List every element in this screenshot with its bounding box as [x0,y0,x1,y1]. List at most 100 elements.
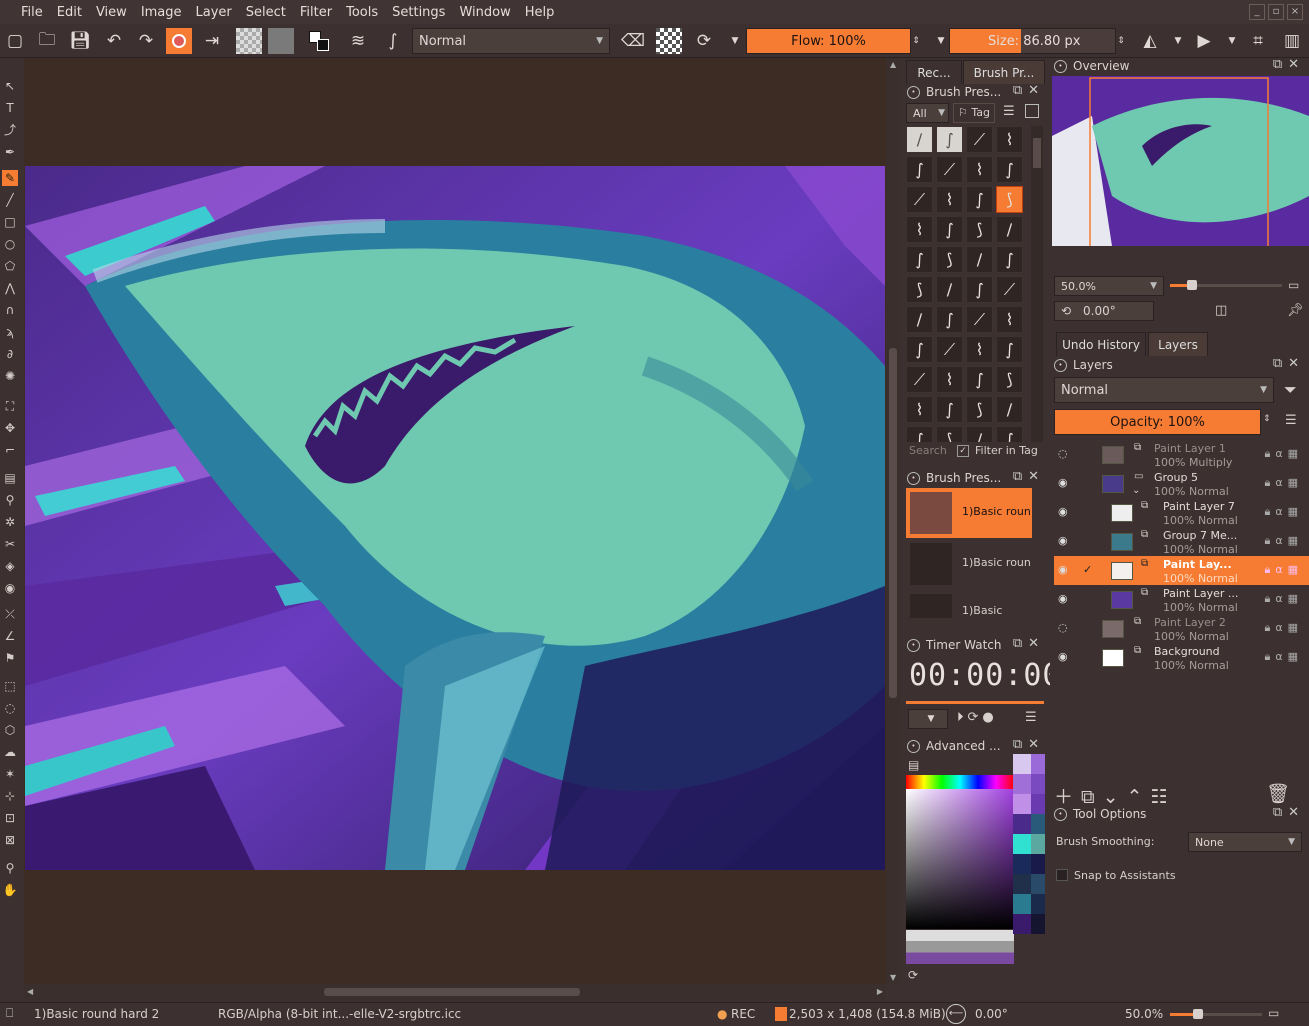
eye-icon[interactable]: ◉ [1058,650,1072,664]
size-stepper-icon[interactable]: ⇕ [1114,28,1128,54]
gradient-swatch[interactable] [236,28,262,54]
menu-file[interactable]: File [14,5,50,20]
freehand-brush-icon[interactable]: ✎ [2,170,18,186]
brush-preset-cell[interactable]: ∫ [996,426,1023,442]
assistant-tool-icon[interactable]: ✂ [2,536,18,552]
tag-button[interactable]: ⚐ Tag [953,103,995,123]
brush-preset-cell[interactable]: ∫ [906,156,933,183]
close-icon[interactable]: × [1287,4,1303,20]
overview-zoom-slider[interactable] [1170,280,1282,290]
blend-mode-select[interactable]: Normal ▼ [412,28,610,54]
mirror-vertical-icon[interactable]: ▶ [1191,28,1217,54]
color-picker-icon[interactable]: ⚲ [2,492,18,508]
brush-preset-cell[interactable]: ∫ [936,216,963,243]
brush-search-input[interactable]: Search [909,444,953,457]
tab-recorder[interactable]: Rec... [906,60,962,84]
canvas-area[interactable] [24,58,886,984]
eye-icon[interactable]: ◉ [1058,534,1072,548]
brush-preset-cell[interactable]: ∫ [996,336,1023,363]
snap-assistants-checkbox[interactable] [1056,869,1068,881]
menu-settings[interactable]: Settings [385,5,452,20]
mirror-horizontal-icon[interactable]: ◭ [1137,28,1163,54]
layer-lock-alpha-icons[interactable]: 🔒︎α▦ [1265,621,1304,635]
layer-row[interactable]: ◉ ⧉ Group 7 Me... 100% Normal 🔒︎α▦ [1054,527,1309,556]
reference-tool-icon[interactable]: ⚑ [2,650,18,666]
measure-tool-icon[interactable]: ∠ [2,628,18,644]
chevron-down-icon[interactable]: ▼ [1219,28,1245,54]
menu-window[interactable]: Window [452,5,517,20]
brush-preset-cell[interactable]: ∕ [936,276,963,303]
eye-icon[interactable]: ◉ [1058,476,1072,490]
dock-float-close-icons[interactable]: ⧉✕ [1273,57,1305,72]
minimize-icon[interactable]: _ [1249,4,1265,20]
layer-lock-alpha-icons[interactable]: 🔒︎α▦ [1265,563,1304,577]
rotation-field[interactable]: ⟲ 0.00° [1054,301,1154,321]
chevron-down-icon[interactable]: ⌄ [1132,485,1140,496]
saturation-value-picker[interactable] [906,789,1014,929]
brush-preset-cell[interactable]: ∫ [966,276,993,303]
export-icon[interactable]: ⇥ [199,28,225,54]
brush-preset-cell[interactable]: ⌇ [966,156,993,183]
ellipse-tool-icon[interactable]: ○ [2,236,18,252]
layer-row[interactable]: ◉ ⧉ Paint Layer 7 100% Normal 🔒︎α▦ [1054,498,1309,527]
similar-select-icon[interactable]: ⊹ [2,788,18,804]
multibrush-icon[interactable]: ✺ [2,368,18,384]
open-folder-icon[interactable]: 🗀 [34,28,60,54]
brush-preset-cell[interactable]: ⟆ [936,246,963,273]
text-tool-icon[interactable]: T [2,100,18,116]
workspace-icon[interactable]: ▥ [1279,28,1305,54]
brush-history-item[interactable]: 1)Basic sketc [906,590,1032,618]
timer-mode-select[interactable]: ▼ [908,709,948,729]
hue-slider[interactable] [906,775,1014,789]
fill-tool-icon[interactable]: ◈ [2,558,18,574]
brush-preset-cell[interactable]: ∫ [966,366,993,393]
brush-preset-cell[interactable]: ⟋ [996,276,1023,303]
scroll-left-icon[interactable]: ◀ [27,987,33,996]
reload-preset-icon[interactable]: ⟳ [691,28,717,54]
fit-view-icon[interactable]: ▭ [1288,278,1299,292]
brush-preset-cell[interactable]: ∕ [996,216,1023,243]
new-document-icon[interactable]: ▢ [2,28,28,54]
zoom-tool-icon[interactable]: ⚲ [2,860,18,876]
layer-opacity-slider[interactable]: Opacity: 100% [1054,409,1261,435]
timer-controls-icons[interactable]: ⏵⟳● [957,710,998,725]
flow-stepper-icon[interactable]: ⇕ [909,28,923,54]
brush-preset-cell[interactable]: ∫ [936,396,963,423]
restore-icon[interactable]: ▫ [1268,4,1284,20]
layer-lock-alpha-icons[interactable]: 🔒︎α▦ [1265,534,1304,548]
filter-icon[interactable]: ⏷ [1284,380,1297,400]
eye-hidden-icon[interactable]: ◌ [1058,447,1072,461]
vertical-scroll-thumb[interactable] [889,348,897,698]
status-brush-icon[interactable]: ⎕ [6,1006,13,1021]
brush-preset-cell[interactable]: ∫ [906,426,933,442]
layer-row[interactable]: ◌ ⧉ Paint Layer 2 100% Normal 🔒︎α▦ [1054,614,1309,643]
scroll-right-icon[interactable]: ▶ [877,987,883,996]
layer-row[interactable]: ◌ ⧉ Paint Layer 1 100% Multiply 🔒︎α▦ [1054,440,1309,469]
brush-preset-cell[interactable]: ⟆ [966,216,993,243]
menu-select[interactable]: Select [239,5,293,20]
polygon-select-icon[interactable]: ⬡ [2,722,18,738]
layer-row[interactable]: ◉ ⧉ Background 100% Normal 🔒︎α▦ [1054,643,1309,672]
layer-lock-alpha-icons[interactable]: 🔒︎α▦ [1265,447,1304,461]
line-tool-icon[interactable]: ╱ [2,192,18,208]
lock-icon[interactable]: • [907,739,920,753]
redo-icon[interactable]: ↷ [133,28,159,54]
brush-preset-cell[interactable]: ∫ [906,336,933,363]
eye-icon[interactable]: ◉ [1058,592,1072,606]
dock-float-close-icons[interactable]: ⧉✕ [1273,805,1305,820]
polyline-tool-icon[interactable]: ⋀ [2,280,18,296]
brush-preset-cell[interactable]: ⌇ [936,186,963,213]
color-swap-icon[interactable] [306,28,332,54]
color-history-strip[interactable] [906,930,1014,964]
undo-icon[interactable]: ↶ [101,28,127,54]
brush-preset-cell[interactable]: ⌇ [936,366,963,393]
tag-filter-select[interactable]: All ▼ [906,103,949,123]
gradient-tool-icon[interactable]: ▤ [2,470,18,486]
save-icon[interactable]: 💾︎ [67,28,93,54]
brush-preset-cell[interactable]: ∕ [966,426,993,442]
freehand-path-icon[interactable]: ϡ [2,324,18,340]
artwork-canvas[interactable] [25,166,885,870]
lock-icon[interactable]: • [1054,358,1067,372]
menu-edit[interactable]: Edit [50,5,89,20]
horizontal-scroll-thumb[interactable] [324,988,580,996]
